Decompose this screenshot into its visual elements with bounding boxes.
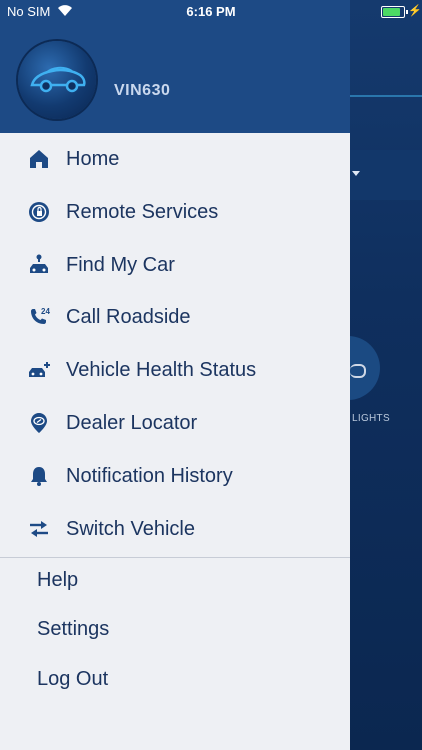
status-time: 6:16 PM	[186, 4, 236, 19]
car-icon	[30, 66, 86, 93]
drawer-menu: Home Remote Services Find My Car 24 Call…	[0, 133, 350, 555]
menu-item-vehicle-health[interactable]: Vehicle Health Status	[0, 344, 350, 397]
menu-item-label: Home	[66, 148, 120, 170]
svg-text:24: 24	[41, 307, 50, 316]
menu-item-home[interactable]: Home	[0, 133, 350, 186]
bell-icon	[31, 466, 47, 486]
charging-icon: ⚡	[408, 5, 422, 17]
menu-item-find-my-car[interactable]: Find My Car	[0, 239, 350, 292]
menu-item-label: Notification History	[66, 464, 233, 487]
menu-item-label: Find My Car	[66, 253, 175, 276]
menu-item-settings[interactable]: Settings	[0, 606, 350, 654]
menu-item-call-roadside[interactable]: 24 Call Roadside	[0, 291, 350, 344]
headlight-icon	[350, 364, 366, 378]
menu-item-notification-history[interactable]: Notification History	[0, 450, 350, 503]
dealer-locator-icon	[31, 412, 47, 433]
remote-services-icon	[29, 201, 49, 222]
switch-arrows-icon	[30, 520, 48, 537]
menu-item-log-out[interactable]: Log Out	[0, 656, 350, 704]
menu-item-label: Help	[37, 569, 79, 591]
menu-item-switch-vehicle[interactable]: Switch Vehicle	[0, 503, 350, 556]
background-dropdown	[350, 150, 422, 200]
status-bar: No SIM 6:16 PM ⚡	[0, 0, 422, 24]
vehicle-name: VIN630	[114, 82, 171, 99]
find-my-car-icon	[30, 254, 48, 273]
menu-item-label: Dealer Locator	[66, 411, 198, 434]
home-icon	[30, 150, 48, 168]
side-drawer: VIN630 Home Remote Services Find My Car …	[0, 0, 350, 750]
menu-item-help[interactable]: Help	[0, 557, 350, 605]
background-accent-line	[350, 95, 422, 97]
menu-item-label: Vehicle Health Status	[66, 359, 257, 382]
menu-item-label: Remote Services	[66, 200, 219, 223]
lights-label: LIGHTS	[352, 413, 390, 424]
caret-down-icon	[352, 171, 360, 176]
vehicle-avatar[interactable]	[18, 41, 96, 119]
menu-item-dealer-locator[interactable]: Dealer Locator	[0, 397, 350, 450]
menu-item-remote-services[interactable]: Remote Services	[0, 186, 350, 239]
roadside-24-icon: 24	[31, 307, 50, 325]
vehicle-health-icon	[29, 362, 50, 378]
battery-icon	[381, 6, 408, 18]
menu-item-label: Log Out	[37, 668, 109, 690]
menu-item-label: Call Roadside	[66, 306, 191, 329]
menu-item-label: Settings	[37, 618, 110, 640]
menu-item-label: Switch Vehicle	[66, 517, 195, 540]
